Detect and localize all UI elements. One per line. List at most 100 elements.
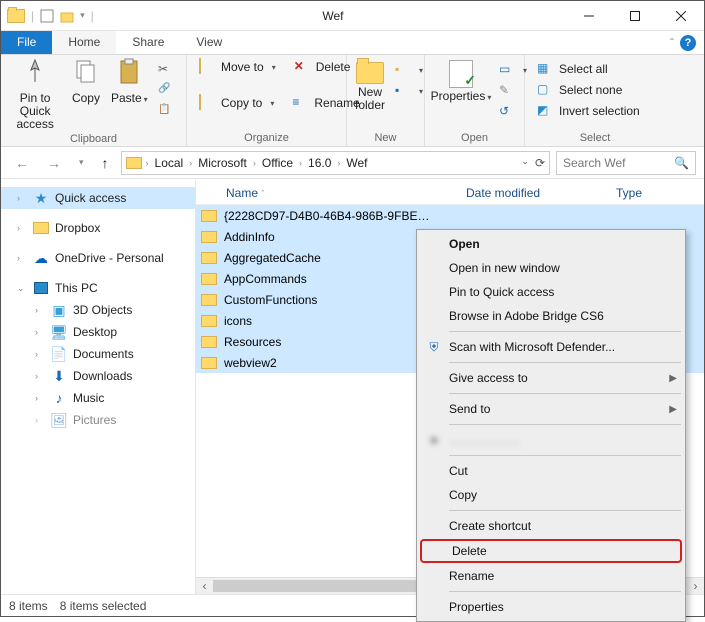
window-title: Wef — [100, 9, 566, 23]
scroll-left-icon[interactable]: ‹ — [196, 579, 213, 593]
copy-path-button[interactable]: 🔗 — [154, 82, 178, 100]
easy-access-button[interactable]: ▪▾ — [391, 82, 427, 100]
qat-open-folder-icon[interactable] — [60, 9, 74, 23]
folder-icon — [201, 231, 217, 243]
separator — [449, 455, 681, 456]
crumb-wef[interactable]: Wef — [344, 156, 369, 170]
qat-checkbox-icon[interactable] — [40, 9, 54, 23]
ctx-browse-bridge[interactable]: Browse in Adobe Bridge CS6 — [419, 304, 683, 328]
breadcrumb[interactable]: › Local› Microsoft› Office› 16.0› Wef ⌄⟳ — [121, 151, 550, 175]
ctx-delete[interactable]: Delete — [420, 539, 682, 563]
sidebar-pictures[interactable]: ›🖼Pictures — [1, 409, 195, 431]
crumb-office[interactable]: Office — [260, 156, 295, 170]
sidebar-3d-objects[interactable]: ›▣3D Objects — [1, 299, 195, 321]
search-input[interactable]: Search Wef 🔍 — [556, 151, 696, 175]
separator — [449, 362, 681, 363]
nav-recent-dropdown[interactable]: ▾ — [73, 157, 90, 168]
chevron-down-icon[interactable]: ▾ — [144, 95, 148, 104]
tab-share[interactable]: Share — [116, 31, 180, 54]
chevron-down-icon[interactable]: ▾ — [487, 93, 491, 102]
separator — [449, 510, 681, 511]
copy-button[interactable]: Copy — [67, 58, 104, 105]
sidebar-this-pc[interactable]: ⌄This PC — [1, 277, 195, 299]
copy-to-button[interactable]: Copy to▾ — [195, 94, 278, 112]
help-icon[interactable]: ? — [680, 35, 696, 51]
star-icon: ★ — [33, 190, 49, 206]
folder-icon — [201, 294, 217, 306]
tab-view[interactable]: View — [180, 31, 238, 54]
ctx-open-new-window[interactable]: Open in new window — [419, 256, 683, 280]
column-name[interactable]: Name ˆ — [196, 186, 466, 200]
ribbon-collapse-icon[interactable]: ˆ — [670, 36, 674, 50]
qat-divider2: | — [91, 9, 94, 23]
separator — [449, 393, 681, 394]
paste-button[interactable]: Paste▾ — [111, 58, 148, 106]
separator — [449, 591, 681, 592]
sidebar-music[interactable]: ›♪Music — [1, 387, 195, 409]
cut-button[interactable]: ✂ — [154, 61, 178, 79]
invert-selection-button[interactable]: ◩Invert selection — [533, 102, 644, 120]
group-clipboard-label: Clipboard — [9, 131, 178, 147]
select-none-button[interactable]: ▢Select none — [533, 81, 644, 99]
ctx-create-shortcut[interactable]: Create shortcut — [419, 514, 683, 538]
tab-file[interactable]: File — [1, 31, 52, 54]
list-item[interactable]: {2228CD97-D4B0-46B4-986B-9FBE… — [196, 205, 704, 226]
sidebar-downloads[interactable]: ›⬇Downloads — [1, 365, 195, 387]
status-selected: 8 items selected — [60, 599, 147, 613]
ctx-rename[interactable]: Rename — [419, 564, 683, 588]
group-new-label: New — [355, 130, 416, 146]
properties-button[interactable]: Properties▾ — [433, 58, 489, 104]
pc-icon — [34, 282, 48, 294]
folder-icon — [201, 315, 217, 327]
column-date[interactable]: Date modified — [466, 186, 616, 200]
ctx-copy[interactable]: Copy — [419, 483, 683, 507]
folder-icon — [201, 252, 217, 264]
sidebar-desktop[interactable]: ›🖥Desktop — [1, 321, 195, 343]
column-type[interactable]: Type — [616, 186, 704, 200]
group-open-label: Open — [433, 130, 516, 146]
crumb-microsoft[interactable]: Microsoft — [196, 156, 249, 170]
move-to-button[interactable]: Move to▾ — [195, 58, 280, 76]
refresh-icon[interactable]: ⟳ — [535, 156, 545, 170]
ctx-send-to[interactable]: Send to▶ — [419, 397, 683, 421]
nav-up-button[interactable]: ↑ — [96, 155, 115, 171]
sidebar-documents[interactable]: ›📄Documents — [1, 343, 195, 365]
qat-folder-icon — [7, 9, 25, 23]
maximize-button[interactable] — [612, 1, 658, 31]
blurred-icon: ■ — [425, 433, 443, 447]
select-all-button[interactable]: ▦Select all — [533, 60, 644, 78]
ctx-open[interactable]: Open — [419, 232, 683, 256]
crumb-16[interactable]: 16.0 — [306, 156, 333, 170]
paste-shortcut-button[interactable]: 📋 — [154, 103, 178, 121]
folder-icon — [126, 157, 142, 169]
ctx-blurred-item[interactable]: ■……………… — [419, 428, 683, 452]
crumb-local[interactable]: Local — [153, 156, 186, 170]
sidebar-quick-access[interactable]: ›★Quick access — [1, 187, 195, 209]
nav-back-button[interactable]: ← — [9, 155, 35, 171]
tab-home[interactable]: Home — [52, 31, 116, 54]
qat-divider: | — [31, 9, 34, 23]
sidebar-onedrive[interactable]: ›☁OneDrive - Personal — [1, 247, 195, 269]
new-item-button[interactable]: ▪▾ — [391, 61, 427, 79]
pin-to-quick-access-button[interactable]: Pin to Quick access — [9, 58, 61, 131]
ctx-properties[interactable]: Properties — [419, 595, 683, 619]
sidebar-dropbox[interactable]: ›Dropbox — [1, 217, 195, 239]
desktop-icon: 🖥 — [51, 324, 67, 340]
addr-dropdown-icon[interactable]: ⌄ — [521, 156, 529, 170]
cloud-icon: ☁ — [33, 250, 49, 266]
navigation-pane[interactable]: ›★Quick access ›Dropbox ›☁OneDrive - Per… — [1, 181, 196, 594]
qat-dropdown-icon[interactable]: ▾ — [80, 10, 85, 21]
shield-icon: ⛨ — [425, 340, 443, 355]
ctx-give-access-to[interactable]: Give access to▶ — [419, 366, 683, 390]
new-folder-button[interactable]: New folder — [355, 58, 385, 112]
minimize-button[interactable] — [566, 1, 612, 31]
scrollbar-thumb[interactable] — [213, 580, 431, 592]
close-button[interactable] — [658, 1, 704, 31]
ctx-scan-defender[interactable]: ⛨Scan with Microsoft Defender... — [419, 335, 683, 359]
scroll-right-icon[interactable]: › — [687, 579, 704, 593]
document-icon: 📄 — [51, 346, 67, 362]
pictures-icon: 🖼 — [51, 412, 67, 428]
ctx-pin-quick-access[interactable]: Pin to Quick access — [419, 280, 683, 304]
ctx-cut[interactable]: Cut — [419, 459, 683, 483]
folder-icon — [201, 357, 217, 369]
